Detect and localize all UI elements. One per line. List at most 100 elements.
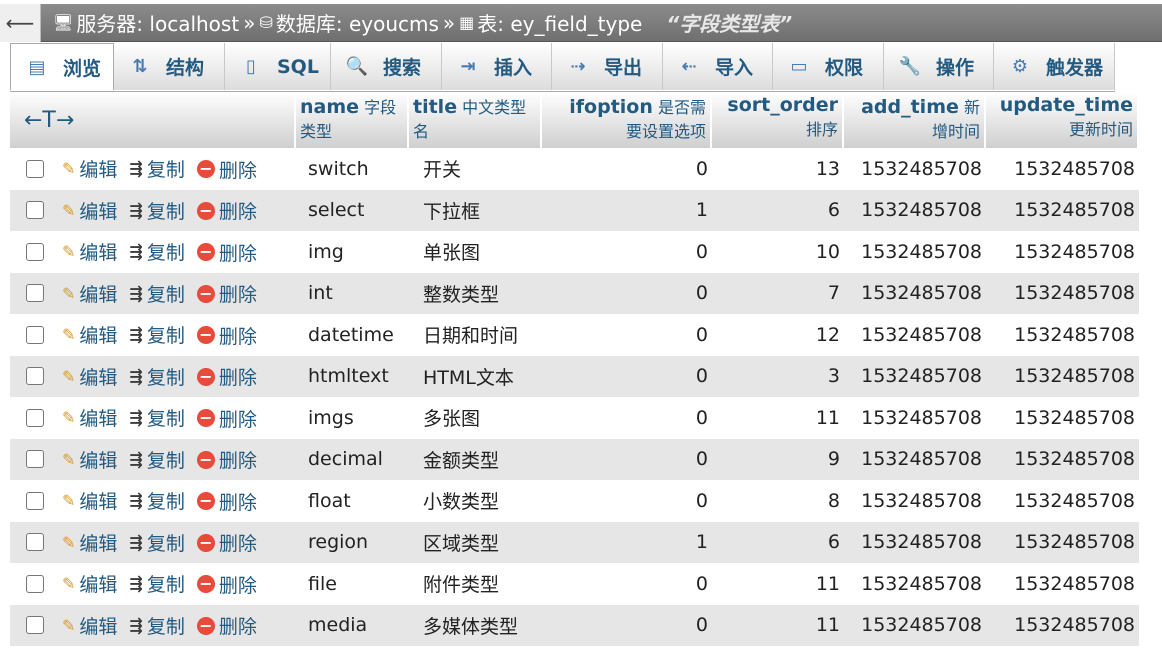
edit-link[interactable]: ✎ 编辑: [62, 197, 117, 224]
cell-name[interactable]: int: [296, 272, 409, 314]
cell-sort-order[interactable]: 3: [712, 355, 844, 397]
cell-add-time[interactable]: 1532485708: [844, 438, 986, 480]
edit-label[interactable]: 编辑: [79, 238, 117, 265]
cell-update-time[interactable]: 1532485708: [986, 521, 1139, 563]
copy-link[interactable]: ⇶ 复制: [129, 570, 184, 597]
cell-add-time[interactable]: 1532485708: [844, 397, 986, 439]
crumb-database[interactable]: ⛁ 数据库: eyoucms: [259, 8, 438, 37]
cell-update-time[interactable]: 1532485708: [986, 355, 1139, 397]
delete-label[interactable]: 删除: [219, 280, 257, 307]
cell-sort-order[interactable]: 10: [712, 231, 844, 273]
column-sort-arrows-icon[interactable]: ←T→: [14, 108, 74, 133]
delete-label[interactable]: 删除: [219, 446, 257, 473]
cell-sort-order[interactable]: 6: [712, 189, 844, 231]
copy-label[interactable]: 复制: [147, 446, 185, 473]
cell-name[interactable]: decimal: [296, 438, 409, 480]
delete-link[interactable]: − 删除: [196, 405, 257, 432]
cell-add-time[interactable]: 1532485708: [844, 231, 986, 273]
copy-label[interactable]: 复制: [147, 612, 185, 639]
copy-label[interactable]: 复制: [147, 280, 185, 307]
cell-title[interactable]: 附件类型: [409, 563, 542, 605]
copy-link[interactable]: ⇶ 复制: [129, 155, 184, 182]
cell-name[interactable]: switch: [296, 148, 409, 190]
cell-title[interactable]: 单张图: [409, 231, 542, 273]
delete-label[interactable]: 删除: [219, 529, 257, 556]
copy-link[interactable]: ⇶ 复制: [129, 238, 184, 265]
cell-ifoption[interactable]: 0: [542, 438, 712, 480]
tab-structure[interactable]: ⇅ 结构: [114, 43, 225, 90]
cell-add-time[interactable]: 1532485708: [844, 148, 986, 190]
edit-link[interactable]: ✎ 编辑: [62, 570, 117, 597]
delete-link[interactable]: − 删除: [196, 156, 257, 183]
column-header-ifoption[interactable]: ifoption 是否需 要设置选项: [542, 92, 712, 148]
tab-import[interactable]: ⇠ 导入: [663, 43, 773, 90]
cell-name[interactable]: htmltext: [296, 355, 409, 397]
edit-link[interactable]: ✎ 编辑: [62, 363, 117, 390]
cell-sort-order[interactable]: 7: [712, 272, 844, 314]
edit-label[interactable]: 编辑: [79, 155, 117, 182]
copy-label[interactable]: 复制: [147, 487, 185, 514]
row-checkbox[interactable]: [26, 325, 44, 344]
copy-link[interactable]: ⇶ 复制: [129, 280, 184, 307]
cell-ifoption[interactable]: 1: [542, 521, 712, 563]
copy-link[interactable]: ⇶ 复制: [129, 529, 184, 556]
cell-update-time[interactable]: 1532485708: [986, 397, 1139, 439]
row-checkbox[interactable]: [26, 408, 44, 427]
copy-link[interactable]: ⇶ 复制: [129, 363, 184, 390]
delete-label[interactable]: 删除: [219, 156, 257, 183]
cell-sort-order[interactable]: 6: [712, 521, 844, 563]
cell-sort-order[interactable]: 9: [712, 438, 844, 480]
cell-ifoption[interactable]: 0: [542, 314, 712, 356]
cell-update-time[interactable]: 1532485708: [986, 604, 1139, 646]
cell-update-time[interactable]: 1532485708: [986, 314, 1139, 356]
edit-label[interactable]: 编辑: [79, 321, 117, 348]
delete-link[interactable]: − 删除: [196, 239, 257, 266]
copy-link[interactable]: ⇶ 复制: [129, 321, 184, 348]
copy-label[interactable]: 复制: [147, 155, 185, 182]
cell-title[interactable]: 多媒体类型: [409, 604, 542, 646]
delete-label[interactable]: 删除: [219, 571, 257, 598]
column-name[interactable]: name: [300, 96, 359, 118]
copy-link[interactable]: ⇶ 复制: [129, 487, 184, 514]
delete-label[interactable]: 删除: [219, 405, 257, 432]
cell-add-time[interactable]: 1532485708: [844, 189, 986, 231]
back-arrow-icon[interactable]: ⟵: [0, 3, 41, 42]
copy-label[interactable]: 复制: [147, 363, 185, 390]
delete-link[interactable]: − 删除: [196, 612, 257, 639]
row-checkbox[interactable]: [26, 574, 44, 593]
cell-ifoption[interactable]: 0: [542, 563, 712, 605]
cell-add-time[interactable]: 1532485708: [844, 480, 986, 522]
cell-update-time[interactable]: 1532485708: [986, 272, 1139, 314]
cell-title[interactable]: 下拉框: [409, 189, 542, 231]
tab-sql[interactable]: ▯ SQL: [225, 43, 331, 90]
copy-label[interactable]: 复制: [147, 197, 185, 224]
column-header-title[interactable]: title 中文类型名: [409, 92, 542, 148]
copy-link[interactable]: ⇶ 复制: [129, 612, 184, 639]
delete-link[interactable]: − 删除: [196, 571, 257, 598]
cell-ifoption[interactable]: 0: [542, 231, 712, 273]
cell-title[interactable]: 小数类型: [409, 480, 542, 522]
tab-triggers[interactable]: ⚙ 触发器: [994, 43, 1115, 90]
cell-add-time[interactable]: 1532485708: [844, 272, 986, 314]
column-name[interactable]: title: [413, 96, 457, 118]
cell-title[interactable]: 开关: [409, 148, 542, 190]
delete-link[interactable]: − 删除: [196, 280, 257, 307]
delete-link[interactable]: − 删除: [196, 488, 257, 515]
cell-update-time[interactable]: 1532485708: [986, 563, 1139, 605]
column-header-name[interactable]: name 字段 类型: [296, 92, 409, 148]
edit-label[interactable]: 编辑: [79, 404, 117, 431]
delete-label[interactable]: 删除: [219, 363, 257, 390]
cell-sort-order[interactable]: 11: [712, 604, 844, 646]
cell-add-time[interactable]: 1532485708: [844, 355, 986, 397]
copy-link[interactable]: ⇶ 复制: [129, 404, 184, 431]
cell-title[interactable]: 日期和时间: [409, 314, 542, 356]
cell-title[interactable]: 整数类型: [409, 272, 542, 314]
delete-link[interactable]: − 删除: [196, 363, 257, 390]
cell-add-time[interactable]: 1532485708: [844, 314, 986, 356]
cell-sort-order[interactable]: 8: [712, 480, 844, 522]
cell-update-time[interactable]: 1532485708: [986, 189, 1139, 231]
edit-label[interactable]: 编辑: [79, 446, 117, 473]
row-checkbox[interactable]: [26, 159, 44, 178]
row-checkbox[interactable]: [26, 367, 44, 385]
edit-link[interactable]: ✎ 编辑: [62, 529, 117, 556]
